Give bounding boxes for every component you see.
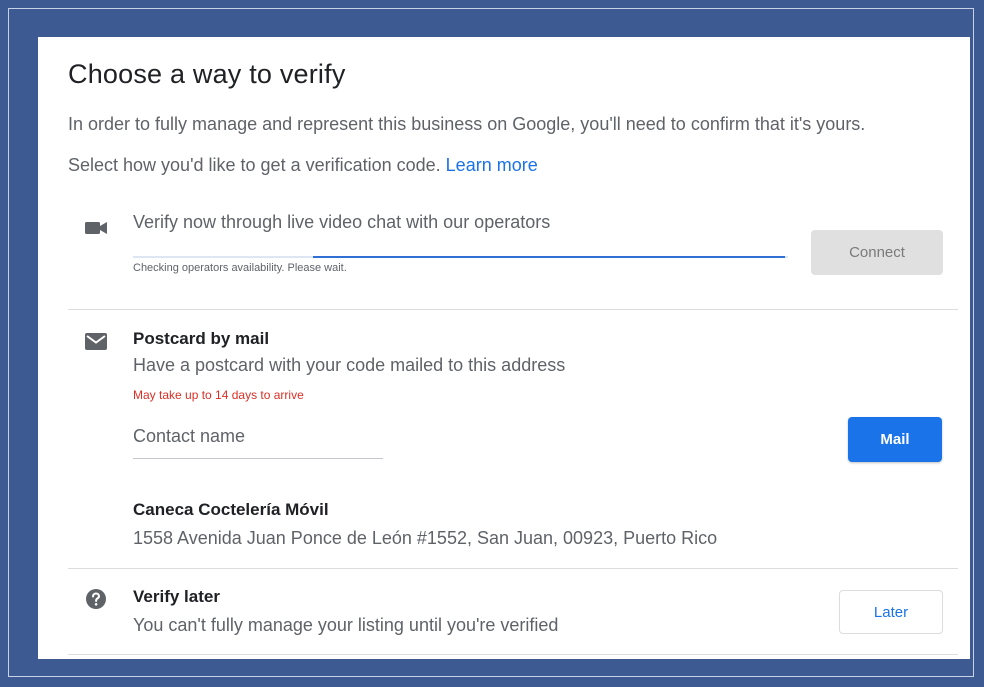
connect-button[interactable]: Connect	[811, 230, 943, 275]
business-address: 1558 Avenida Juan Ponce de León #1552, S…	[133, 528, 718, 548]
business-name: Caneca Coctelería Móvil	[133, 500, 329, 519]
later-button[interactable]: Later	[839, 590, 943, 634]
contact-name-input[interactable]	[133, 426, 383, 447]
postcard-title: Postcard by mail	[133, 329, 270, 348]
video-progress-bar	[133, 256, 788, 258]
help-circle-icon	[83, 586, 109, 612]
divider	[68, 568, 958, 569]
verify-later-description: You can't fully manage your listing unti…	[133, 615, 559, 635]
learn-more-link[interactable]: Learn more	[446, 155, 538, 175]
postcard-description: Have a postcard with your code mailed to…	[133, 355, 566, 375]
divider	[68, 309, 958, 310]
video-progress-fill	[313, 256, 785, 258]
verify-dialog: Choose a way to verify In order to fully…	[38, 37, 970, 659]
contact-name-field[interactable]	[133, 426, 383, 459]
video-camera-icon	[83, 215, 109, 241]
select-prompt: Select how you'd like to get a verificat…	[68, 155, 538, 176]
divider	[68, 654, 958, 655]
video-option-label: Verify now through live video chat with …	[133, 212, 551, 232]
video-status-text: Checking operators availability. Please …	[133, 262, 347, 274]
mail-button[interactable]: Mail	[848, 417, 942, 462]
mail-icon	[83, 328, 109, 354]
verify-later-title: Verify later	[133, 587, 220, 606]
intro-text: In order to fully manage and represent t…	[68, 114, 866, 134]
page-title: Choose a way to verify	[68, 59, 346, 89]
select-prompt-text: Select how you'd like to get a verificat…	[68, 155, 441, 175]
postcard-delivery-note: May take up to 14 days to arrive	[133, 388, 304, 402]
